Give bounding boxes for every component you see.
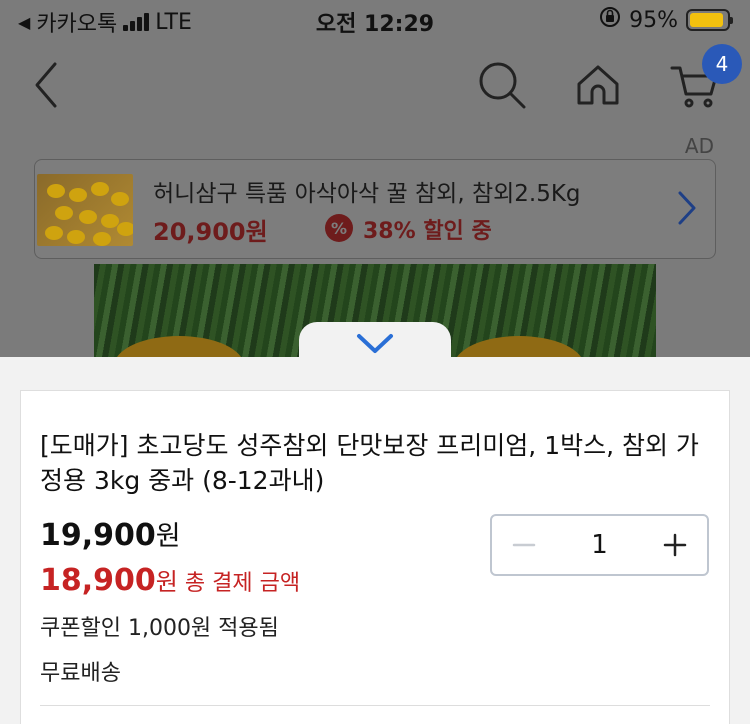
collapse-sheet-button[interactable] bbox=[355, 330, 395, 358]
status-right: 95% bbox=[599, 6, 733, 34]
battery-icon bbox=[686, 9, 733, 31]
final-price-label: 총 결제 금액 bbox=[184, 571, 301, 596]
rotation-lock-icon bbox=[599, 6, 621, 34]
home-button[interactable] bbox=[568, 55, 628, 115]
back-button[interactable] bbox=[16, 55, 76, 115]
divider bbox=[40, 705, 710, 706]
final-price-unit: 원 bbox=[155, 568, 178, 596]
home-icon bbox=[577, 65, 619, 105]
ad-product-thumbnail bbox=[37, 174, 133, 246]
search-button[interactable] bbox=[472, 55, 532, 115]
minus-icon bbox=[512, 543, 536, 547]
ad-banner[interactable]: 허니삼구 특품 아삭아삭 꿀 참외, 참외2.5Kg 20,900원 % 38%… bbox=[34, 159, 716, 259]
quantity-stepper: 1 bbox=[490, 514, 709, 576]
ad-title: 허니삼구 특품 아삭아삭 꿀 참외, 참외2.5Kg bbox=[153, 181, 581, 207]
ad-discount-text: 38% 할인 중 bbox=[363, 219, 492, 244]
battery-percent: 95% bbox=[629, 7, 678, 33]
original-price-value: 19,900 bbox=[40, 518, 156, 553]
plus-icon bbox=[663, 533, 687, 557]
top-nav bbox=[0, 40, 750, 130]
final-price: 18,900원 총 결제 금액 bbox=[40, 562, 300, 598]
shipping-text: 무료배송 bbox=[40, 661, 121, 686]
back-icon bbox=[35, 62, 57, 108]
increase-quantity-button[interactable] bbox=[643, 516, 707, 574]
chevron-right-icon bbox=[677, 190, 697, 230]
ad-price: 20,900원 bbox=[153, 218, 268, 246]
original-price: 19,900원 bbox=[40, 514, 181, 553]
status-bar: ◀ 카카오톡 LTE 오전 12:29 95% bbox=[0, 0, 750, 40]
decrease-quantity-button[interactable] bbox=[492, 516, 556, 574]
original-price-unit: 원 bbox=[155, 521, 181, 552]
chevron-down-icon bbox=[357, 334, 393, 353]
coupon-discount-text: 쿠폰할인 1,000원 적용됨 bbox=[40, 616, 279, 641]
quantity-value[interactable]: 1 bbox=[556, 516, 643, 574]
final-price-value: 18,900 bbox=[40, 563, 156, 598]
product-title: [도매가] 초고당도 성주참외 단맛보장 프리미엄, 1박스, 참외 가정용 3… bbox=[40, 431, 699, 495]
cart-count-badge: 4 bbox=[702, 44, 742, 84]
discount-badge-icon: % bbox=[325, 214, 353, 242]
ad-label: AD bbox=[684, 134, 714, 158]
search-icon bbox=[479, 62, 526, 109]
